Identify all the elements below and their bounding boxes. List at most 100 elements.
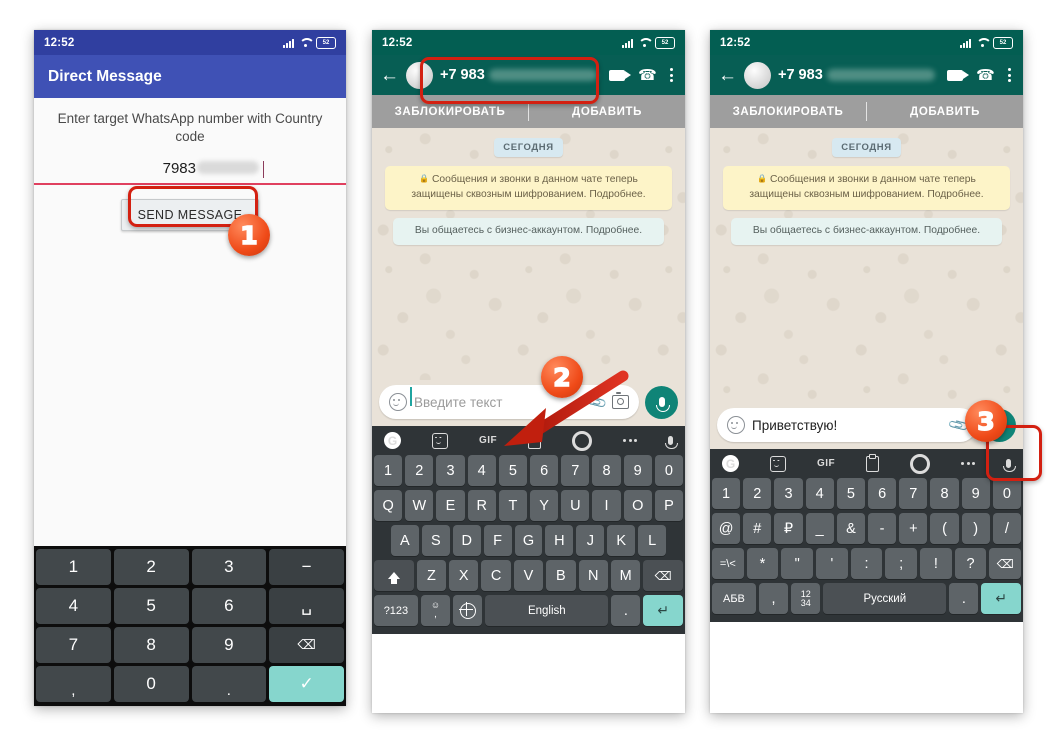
backspace-key[interactable]: ⌫ — [989, 548, 1022, 579]
symbols-key[interactable]: ?123 — [374, 595, 418, 626]
voice-record-button[interactable] — [645, 385, 678, 419]
key-1[interactable]: 1 — [711, 478, 741, 509]
shift-key[interactable] — [374, 560, 414, 591]
numeric-key[interactable]: 12 34 — [791, 583, 821, 614]
key-#[interactable]: # — [743, 513, 772, 544]
key-([interactable]: ( — [930, 513, 959, 544]
google-icon[interactable]: G — [722, 455, 739, 472]
key-7[interactable]: 7 — [561, 455, 590, 486]
key-X[interactable]: X — [449, 560, 479, 591]
keypad-key-,[interactable]: , — [36, 666, 111, 702]
key-U[interactable]: U — [561, 490, 590, 521]
key-H[interactable]: H — [545, 525, 574, 556]
key-/[interactable]: / — [992, 513, 1022, 544]
block-button[interactable]: ЗАБЛОКИРОВАТЬ — [710, 106, 866, 118]
voice-call-icon[interactable]: ☎ — [638, 66, 657, 84]
message-input-field[interactable]: Приветствую! 📎 — [717, 408, 977, 442]
key-9[interactable]: 9 — [961, 478, 990, 509]
emoji-key[interactable]: ☺, — [420, 595, 451, 626]
key-8[interactable]: 8 — [930, 478, 959, 509]
video-call-icon[interactable] — [947, 69, 970, 81]
key-4[interactable]: 4 — [805, 478, 834, 509]
key-B[interactable]: B — [546, 560, 576, 591]
sticker-icon[interactable] — [431, 432, 448, 449]
key-F[interactable]: F — [483, 525, 512, 556]
keypad-key-0[interactable]: 0 — [113, 666, 189, 702]
key-0[interactable]: 0 — [992, 478, 1022, 509]
google-icon[interactable]: G — [384, 432, 401, 449]
key-D[interactable]: D — [452, 525, 481, 556]
block-button[interactable]: ЗАБЛОКИРОВАТЬ — [372, 106, 528, 118]
alphabet-key[interactable]: АБВ — [712, 583, 756, 614]
keypad-key-.[interactable]: . — [191, 666, 267, 702]
key-![interactable]: ! — [920, 548, 952, 579]
more-icon[interactable] — [961, 462, 976, 465]
enter-key[interactable]: ↵ — [643, 595, 683, 626]
key-2[interactable]: 2 — [743, 478, 772, 509]
number-input[interactable]: 7983 — [34, 158, 346, 180]
encryption-notice[interactable]: 🔒 Сообщения и звонки в данном чате тепер… — [385, 166, 672, 210]
back-arrow-icon[interactable]: ← — [380, 66, 399, 85]
key-*[interactable]: * — [746, 548, 779, 579]
key-Z[interactable]: Z — [416, 560, 447, 591]
keypad-key-8[interactable]: 8 — [113, 627, 189, 663]
key-5[interactable]: 5 — [836, 478, 865, 509]
key-L[interactable]: L — [638, 525, 667, 556]
key-G[interactable]: G — [514, 525, 543, 556]
keypad-key-6[interactable]: 6 — [191, 588, 267, 624]
key-S[interactable]: S — [421, 525, 450, 556]
keypad-key-5[interactable]: 5 — [113, 588, 189, 624]
key-7[interactable]: 7 — [899, 478, 928, 509]
add-contact-button[interactable]: ДОБАВИТЬ — [867, 106, 1023, 118]
keypad-key-1[interactable]: 1 — [36, 549, 111, 585]
key-T[interactable]: T — [498, 490, 527, 521]
key-&[interactable]: & — [836, 513, 865, 544]
key-4[interactable]: 4 — [467, 455, 496, 486]
key-E[interactable]: E — [436, 490, 465, 521]
key-I[interactable]: I — [592, 490, 621, 521]
business-notice[interactable]: Вы общаетесь с бизнес-аккаунтом. Подробн… — [731, 217, 1002, 245]
keypad-key-4[interactable]: 4 — [36, 588, 111, 624]
key-8[interactable]: 8 — [592, 455, 621, 486]
key-comma[interactable]: , — [758, 583, 789, 614]
back-arrow-icon[interactable]: ← — [718, 66, 737, 85]
space-key[interactable]: English — [485, 595, 609, 626]
key-J[interactable]: J — [576, 525, 605, 556]
key-N[interactable]: N — [578, 560, 608, 591]
encryption-notice[interactable]: 🔒 Сообщения и звонки в данном чате тепер… — [723, 166, 1010, 210]
clipboard-icon[interactable] — [866, 453, 880, 472]
keypad-key-3[interactable]: 3 — [191, 549, 267, 585]
key-+[interactable]: + — [899, 513, 928, 544]
key-W[interactable]: W — [405, 490, 434, 521]
key-'[interactable]: ' — [816, 548, 848, 579]
key-"[interactable]: " — [781, 548, 813, 579]
voice-call-icon[interactable]: ☎ — [976, 66, 995, 84]
overflow-menu-icon[interactable] — [670, 68, 673, 82]
key-6[interactable]: 6 — [868, 478, 897, 509]
key-O[interactable]: O — [623, 490, 652, 521]
gif-button[interactable]: GIF — [817, 458, 835, 469]
keypad-key-2[interactable]: 2 — [113, 549, 189, 585]
key-period[interactable]: . — [611, 595, 641, 626]
keypad-key-7[interactable]: 7 — [36, 627, 111, 663]
key-C[interactable]: C — [481, 560, 511, 591]
key-A[interactable]: A — [390, 525, 419, 556]
key-1[interactable]: 1 — [373, 455, 403, 486]
add-contact-button[interactable]: ДОБАВИТЬ — [529, 106, 685, 118]
row-spacer[interactable] — [374, 525, 388, 556]
settings-icon[interactable] — [910, 453, 931, 474]
key-)[interactable]: ) — [961, 513, 990, 544]
key-Q[interactable]: Q — [373, 490, 403, 521]
contact-number[interactable]: +7 983 — [778, 67, 940, 83]
overflow-menu-icon[interactable] — [1008, 68, 1011, 82]
key-period[interactable]: . — [949, 583, 979, 614]
key-0[interactable]: 0 — [654, 455, 684, 486]
key-3[interactable]: 3 — [436, 455, 465, 486]
key-?[interactable]: ? — [954, 548, 987, 579]
key-2[interactable]: 2 — [405, 455, 434, 486]
avatar[interactable] — [744, 61, 771, 89]
key-₽[interactable]: ₽ — [774, 513, 803, 544]
key--[interactable]: - — [868, 513, 897, 544]
backspace-key[interactable]: ⌫ — [643, 560, 683, 591]
key-Y[interactable]: Y — [530, 490, 559, 521]
